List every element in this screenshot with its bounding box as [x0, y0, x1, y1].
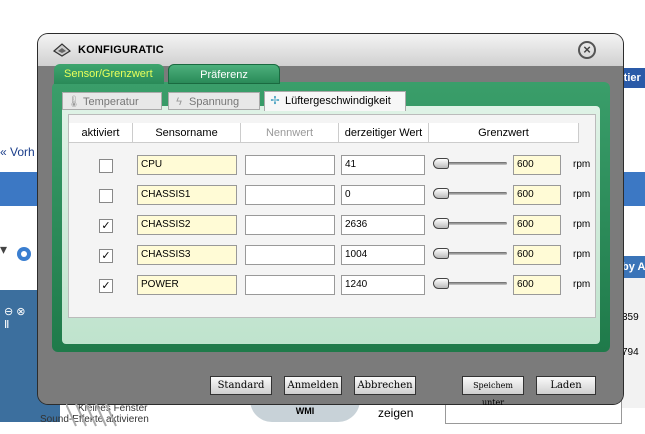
save-as-button[interactable]: Speichem unter [462, 376, 524, 407]
svg-text:▾: ▾ [0, 241, 7, 257]
slider-knob[interactable] [433, 248, 449, 259]
table-row: CHASSIS1 0 600 rpm [69, 185, 595, 215]
nominal-field[interactable] [245, 185, 335, 205]
load-button[interactable]: Laden [536, 376, 596, 395]
limit-slider[interactable] [433, 247, 509, 261]
decorative-stripes [66, 404, 117, 427]
current-value-field: 0 [341, 185, 425, 205]
table-row: ✓ POWER 1240 600 rpm [69, 275, 595, 305]
limit-slider[interactable] [433, 277, 509, 291]
current-value-field: 41 [341, 155, 425, 175]
host-panel-controls[interactable]: ⊖ ⊗ Ⅱ [4, 305, 26, 331]
unit-label: rpm [573, 189, 591, 200]
thermometer-icon: 🌡 [67, 96, 81, 108]
enabled-checkbox[interactable] [99, 189, 113, 203]
fan-sensor-table: aktiviert Sensorname Nennwert derzeitige… [68, 114, 596, 318]
limit-slider[interactable] [433, 187, 509, 201]
unit-label: rpm [573, 159, 591, 170]
enabled-checkbox[interactable]: ✓ [99, 219, 113, 233]
nominal-field[interactable] [245, 215, 335, 235]
enabled-checkbox[interactable]: ✓ [99, 249, 113, 263]
nominal-field[interactable] [245, 155, 335, 175]
table-row: ✓ CHASSIS2 2636 600 rpm [69, 215, 595, 245]
unit-label: rpm [573, 219, 591, 230]
slider-knob[interactable] [433, 158, 449, 169]
unit-label: rpm [573, 279, 591, 290]
current-value-field: 1004 [341, 245, 425, 265]
close-icon[interactable]: × [578, 41, 596, 59]
sensor-name-field[interactable]: CHASSIS1 [137, 185, 237, 205]
current-value-field: 1240 [341, 275, 425, 295]
header-sensor-name: Sensorname [133, 123, 241, 143]
sensor-name-field[interactable]: POWER [137, 275, 237, 295]
host-value-2: 794 [622, 347, 639, 358]
limit-input[interactable]: 600 [513, 155, 561, 175]
config-app-icon [52, 43, 72, 57]
nominal-field[interactable] [245, 275, 335, 295]
host-value-1: 359 [622, 312, 639, 323]
header-current-value: derzeitiger Wert [339, 123, 429, 143]
enabled-checkbox[interactable]: ✓ [99, 279, 113, 293]
nominal-field[interactable] [245, 245, 335, 265]
subtab-voltage[interactable]: ϟ Spannung [168, 92, 260, 110]
sensor-name-field[interactable]: CHASSIS3 [137, 245, 237, 265]
slider-knob[interactable] [433, 188, 449, 199]
header-enabled: aktiviert [69, 123, 133, 143]
apply-button[interactable]: Anmelden [284, 376, 342, 395]
subtab-fan-speed-label: Lüftergeschwindigkeit [285, 95, 391, 107]
standard-button[interactable]: Standard [210, 376, 272, 395]
voltage-icon: ϟ [176, 96, 182, 108]
subtab-voltage-label: Spannung [189, 96, 240, 108]
slider-knob[interactable] [433, 218, 449, 229]
limit-input[interactable]: 600 [513, 275, 561, 295]
subtab-temperature-label: Temperatur [83, 96, 139, 108]
header-nominal: Nennwert [241, 123, 339, 143]
tab-preference[interactable]: Präferenz [168, 64, 280, 84]
limit-input[interactable]: 600 [513, 185, 561, 205]
current-value-field: 2636 [341, 215, 425, 235]
limit-slider[interactable] [433, 217, 509, 231]
sensor-name-field[interactable]: CHASSIS2 [137, 215, 237, 235]
cancel-button[interactable]: Abbrechen [354, 376, 416, 395]
unit-label: rpm [573, 249, 591, 260]
limit-slider[interactable] [433, 157, 509, 171]
host-network-icon[interactable]: ▾ [0, 232, 40, 272]
sensor-subpanel: 🌡 Temperatur ϟ Spannung ✢ Lüftergeschwindig… [62, 91, 600, 344]
host-right-tab-2[interactable]: by A [622, 256, 645, 278]
sensor-name-field[interactable]: CPU [137, 155, 237, 175]
configuration-dialog: KONFIGURATIC × Sensor/Grenzwert Präferen… [38, 34, 623, 427]
subtab-fan-speed[interactable]: ✢ Lüftergeschwindigkeit [264, 91, 406, 111]
dialog-title: KONFIGURATIC [78, 44, 164, 56]
slider-knob[interactable] [433, 278, 449, 289]
header-limit: Grenzwert [429, 123, 579, 143]
limit-input[interactable]: 600 [513, 215, 561, 235]
fan-icon: ✢ [270, 95, 280, 107]
table-row: ✓ CHASSIS3 1004 600 rpm [69, 245, 595, 275]
table-row: CPU 41 600 rpm [69, 155, 595, 185]
host-show-label: zeigen [378, 406, 414, 420]
dialog-titlebar[interactable]: KONFIGURATIC × [38, 34, 623, 66]
tab-sensor-limit[interactable]: Sensor/Grenzwert [54, 64, 164, 84]
limit-input[interactable]: 600 [513, 245, 561, 265]
settings-panel: Sensor/Grenzwert Präferenz 🌡 Temperatur ϟ… [52, 64, 610, 352]
enabled-checkbox[interactable] [99, 159, 113, 173]
back-link[interactable]: « Vorh [0, 145, 35, 159]
host-right-tab[interactable]: ftier [620, 68, 645, 88]
subtab-temperature[interactable]: 🌡 Temperatur [62, 92, 162, 110]
